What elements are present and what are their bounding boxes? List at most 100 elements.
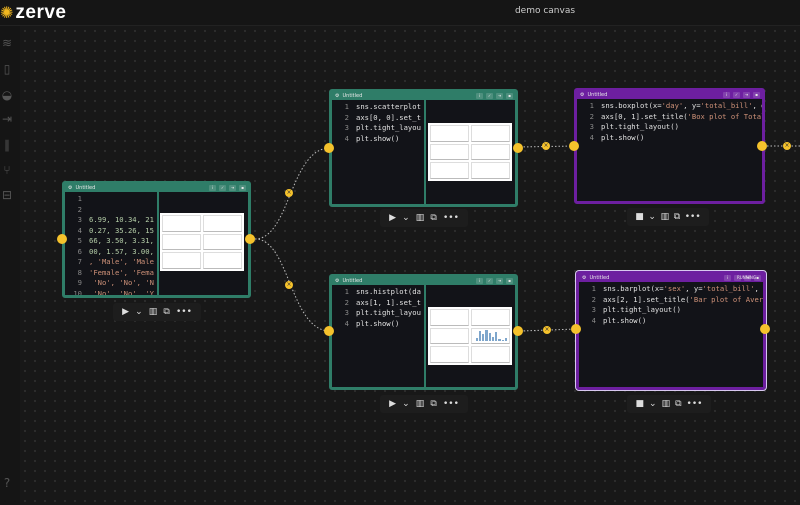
code-line[interactable]: 4 plt.show() [579,316,763,327]
edge-marker-icon[interactable]: × [285,189,293,197]
code-line[interactable]: 2 axs[0, 1].set_title('Box plot of Total [577,112,762,123]
layout-button[interactable]: ▥ [416,399,425,409]
block-title[interactable]: Untitled [75,185,95,191]
comments-button[interactable]: ⧉ [430,213,436,223]
block-header[interactable]: ⚙ Untitled i ✓ ⇥ ▪ [332,92,515,100]
output-port[interactable] [757,141,767,151]
delete-icon[interactable]: ▪ [754,275,761,281]
code-line[interactable]: 1 sns.boxplot(x='day', y='total_bill', d [577,101,762,112]
code-line[interactable]: 1 sns.histplot(da [332,287,424,298]
delete-icon[interactable]: ▪ [239,185,246,191]
canvas-title[interactable]: demo canvas [500,6,590,16]
block-title[interactable]: Untitled [587,92,607,98]
chevron-down-icon[interactable]: ⌄ [402,213,410,223]
info-icon[interactable]: i [723,92,730,98]
code-line[interactable]: 2 axs[2, 1].set_title('Bar plot of Avera [579,295,763,306]
code-editor[interactable]: 1 sns.barplot(x='sex', y='total_bill', d 2… [579,282,763,387]
code-line[interactable]: 3 plt.tight_layou [332,123,424,134]
chevron-down-icon[interactable]: ⌄ [648,212,656,222]
code-line[interactable]: 6 00, 1.57, 3.00, [65,247,157,258]
check-icon[interactable]: ✓ [733,92,740,98]
run-button[interactable]: ▶ [389,399,396,409]
comments-button[interactable]: ⧉ [163,307,169,317]
more-button[interactable]: ••• [443,213,459,223]
code-block[interactable]: ⚙ Untitled i RUNNING ⇥ ▪ 1 sns.barplot(x='sex'… [575,270,767,391]
stop-button[interactable]: ■ [635,212,644,222]
code-line[interactable]: 3 plt.tight_layou [332,308,424,319]
info-icon[interactable]: i [476,93,483,99]
layers-icon[interactable]: ≋ [0,36,14,50]
edge-marker-icon[interactable]: × [285,281,293,289]
input-port[interactable] [324,143,334,153]
gear-icon[interactable]: ⚙ [68,185,72,191]
input-port[interactable] [57,234,67,244]
delete-icon[interactable]: ▪ [506,93,513,99]
layout-button[interactable]: ▥ [416,213,425,223]
code-line[interactable]: 2 axs[1, 1].set_t [332,298,424,309]
drive-icon[interactable]: ⊟ [0,188,14,202]
edge-marker-icon[interactable]: × [783,142,791,150]
input-port[interactable] [324,326,334,336]
chevron-down-icon[interactable]: ⌄ [402,399,410,409]
info-icon[interactable]: i [476,278,483,284]
output-port[interactable] [513,143,523,153]
more-button[interactable]: ••• [176,307,192,317]
run-button[interactable]: ▶ [122,307,129,317]
code-line[interactable]: 3 plt.tight_layout() [579,305,763,316]
expand-icon[interactable]: ⇥ [496,93,503,99]
run-button[interactable]: ▶ [389,213,396,223]
code-line[interactable]: 3 plt.tight_layout() [577,122,762,133]
code-line[interactable]: 4 plt.show() [332,134,424,145]
code-editor[interactable]: 1 sns.boxplot(x='day', y='total_bill', d 2… [577,99,762,201]
expand-icon[interactable]: ⇥ [743,92,750,98]
code-line[interactable]: 1 sns.barplot(x='sex', y='total_bill', d [579,284,763,295]
code-line[interactable]: 10 'No', 'No', 'Y [65,289,157,296]
code-line[interactable]: 4 plt.show() [332,319,424,330]
code-line[interactable]: 7 , 'Male', 'Male [65,257,157,268]
code-line[interactable]: 1 sns.scatterplot [332,102,424,113]
edge-marker-icon[interactable]: × [542,142,550,150]
code-line[interactable]: 5 66, 3.50, 3.31, [65,236,157,247]
check-icon[interactable]: ✓ [219,185,226,191]
block-header[interactable]: ⚙ Untitled i ✓ ⇥ ▪ [65,184,248,192]
code-block[interactable]: ⚙ Untitled i ✓ ⇥ ▪ 1 sns.histplot(da 2 axs[1, 1]… [329,274,518,390]
edge-marker-icon[interactable]: × [543,326,551,334]
comments-button[interactable]: ⧉ [674,212,680,222]
block-title[interactable]: Untitled [342,93,362,99]
gear-icon[interactable]: ⚙ [335,278,339,284]
block-header[interactable]: ⚙ Untitled i ✓ ⇥ ▪ [332,277,515,285]
layout-button[interactable]: ▥ [661,212,670,222]
output-port[interactable] [760,324,770,334]
chevron-down-icon[interactable]: ⌄ [649,399,657,409]
code-editor[interactable]: 1 sns.histplot(da 2 axs[1, 1].set_t 3 plt.tig… [332,285,424,387]
code-line[interactable]: 4 0.27, 35.26, 15 [65,226,157,237]
more-button[interactable]: ••• [685,212,701,222]
delete-icon[interactable]: ▪ [506,278,513,284]
chevron-down-icon[interactable]: ⌄ [135,307,143,317]
code-line[interactable]: 2 [65,205,157,216]
code-line[interactable]: 1 [65,194,157,205]
comments-button[interactable]: ⧉ [430,399,436,409]
code-block[interactable]: ⚙ Untitled i ✓ ⇥ ▪ 1 sns.boxplot(x='day', y='t… [574,88,765,204]
input-port[interactable] [571,324,581,334]
code-line[interactable]: 2 axs[0, 0].set_t [332,113,424,124]
check-icon[interactable]: ✓ [486,278,493,284]
input-port[interactable] [569,141,579,151]
gear-icon[interactable]: ⚙ [580,92,584,98]
output-port[interactable] [245,234,255,244]
layout-button[interactable]: ▥ [662,399,671,409]
block-header[interactable]: ⚙ Untitled i RUNNING ⇥ ▪ [579,274,763,282]
comments-button[interactable]: ⧉ [675,399,681,409]
docker-icon[interactable]: ◒ [0,88,14,102]
more-button[interactable]: ••• [443,399,459,409]
gear-icon[interactable]: ⚙ [582,275,586,281]
code-line[interactable]: 9 'No', 'No', 'N [65,278,157,289]
code-editor[interactable]: 1 2 3 6.99, 10.34, 21 4 0.27, 35.26, 15 5 66, 3… [65,192,157,295]
code-line[interactable]: 8 'Female', 'Fema [65,268,157,279]
gear-icon[interactable]: ⚙ [335,93,339,99]
code-block[interactable]: ⚙ Untitled i ✓ ⇥ ▪ 1 sns.scatterplot 2 axs[0, 0]… [329,89,518,207]
info-icon[interactable]: i [724,275,731,281]
git-branch-icon[interactable]: ⑂ [0,163,14,177]
layout-button[interactable]: ▥ [149,307,158,317]
file-icon[interactable]: ▯ [0,62,14,76]
